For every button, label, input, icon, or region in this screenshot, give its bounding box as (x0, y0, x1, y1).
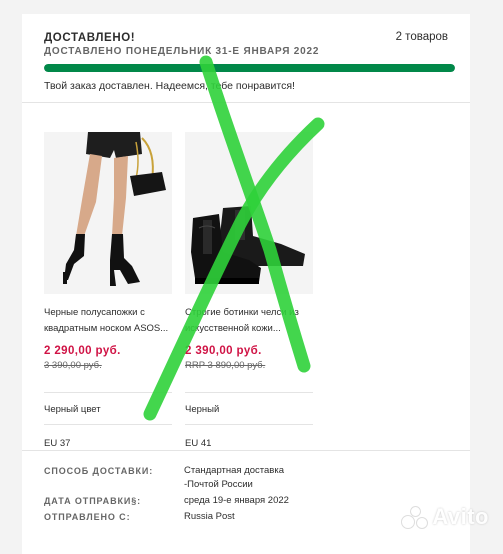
product-name[interactable]: Строгие ботинки челси из искусственной к… (185, 305, 313, 337)
product-image-boots[interactable] (44, 132, 172, 294)
product-old-price: RRP 3 890,00 руб. (185, 360, 266, 371)
product-image-chelsea-boots[interactable] (185, 132, 313, 294)
sent-via-label: ОТПРАВЛЕНО С: (44, 512, 131, 522)
divider (22, 450, 470, 451)
sent-via-value: Russia Post (184, 511, 235, 522)
product-name[interactable]: Черные полусапожки с квадратным носком A… (44, 305, 172, 337)
dispatch-date-label: ДАТА ОТПРАВКИ§: (44, 496, 142, 506)
divider (22, 102, 470, 103)
delivery-method-line1: Стандартная доставка (184, 465, 285, 476)
product-photo-boots (44, 132, 172, 294)
product-size: EU 41 (185, 438, 212, 449)
delivered-message: Твой заказ доставлен. Надеемся, тебе пон… (44, 80, 295, 92)
divider (185, 392, 313, 393)
items-count: 2 товаров (395, 31, 448, 43)
product-price: 2 290,00 руб. (44, 345, 121, 357)
progress-fill (44, 64, 455, 72)
order-status-title: ДОСТАВЛЕНО! (44, 32, 136, 44)
product-color: Черный цвет (44, 404, 101, 415)
divider (185, 424, 313, 425)
divider (44, 424, 172, 425)
avito-logo-icon (401, 506, 429, 529)
product-photo-chelsea-boots (185, 132, 313, 294)
product-old-price: 3 390,00 руб. (44, 360, 102, 371)
delivery-method-label: СПОСОБ ДОСТАВКИ: (44, 466, 154, 476)
dispatch-date-value: среда 19-е января 2022 (184, 495, 289, 506)
delivery-method-line2: -Почтой России (184, 479, 253, 490)
watermark-text: Avito (432, 504, 489, 529)
delivery-progress-bar (44, 64, 455, 72)
product-size: EU 37 (44, 438, 71, 449)
product-price: 2 390,00 руб. (185, 345, 262, 357)
delivery-date-subtitle: ДОСТАВЛЕНО ПОНЕДЕЛЬНИК 31-Е ЯНВАРЯ 2022 (44, 46, 320, 57)
product-card-2[interactable]: Строгие ботинки челси из искусственной к… (185, 132, 313, 452)
product-card-1[interactable]: Черные полусапожки с квадратным носком A… (44, 132, 172, 452)
order-card: ДОСТАВЛЕНО! 2 товаров ДОСТАВЛЕНО ПОНЕДЕЛ… (22, 14, 470, 554)
product-color: Черный (185, 404, 220, 415)
avito-watermark: Avito (401, 504, 489, 530)
divider (44, 392, 172, 393)
